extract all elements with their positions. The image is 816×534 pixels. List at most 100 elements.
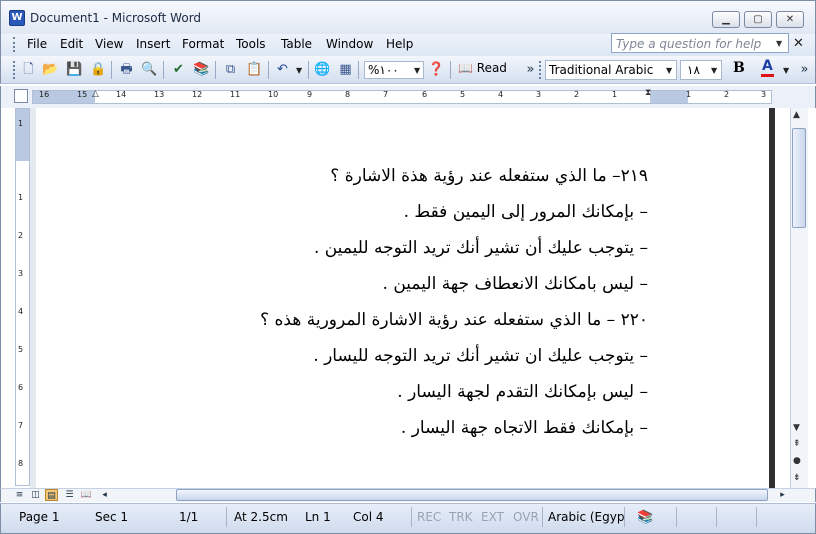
zoom-dropdown-icon[interactable]: ▼	[414, 66, 420, 75]
page-shadow	[769, 108, 775, 488]
menu-tools[interactable]: Tools	[236, 37, 266, 51]
paste-icon[interactable]: 📋	[246, 61, 263, 78]
vruler-mark: 7	[18, 421, 24, 430]
document-line[interactable]: – ليس بامكانك الانعطاف جهة اليمين .	[383, 274, 648, 294]
select-browse-object-icon[interactable]: ●	[793, 456, 801, 466]
help-dropdown-icon[interactable]: ▼	[776, 39, 782, 48]
document-line[interactable]: ٢٢٠ – ما الذي ستفعله عند رؤية الاشارة ال…	[260, 310, 648, 330]
vertical-scroll-thumb[interactable]	[792, 128, 806, 228]
status-ext[interactable]: EXT	[481, 510, 504, 524]
menu-grip-icon[interactable]	[13, 37, 16, 52]
page-margin-gap	[30, 108, 36, 488]
document-line[interactable]: – ليس بإمكانك التقدم لجهة اليسار .	[397, 382, 648, 402]
maximize-button[interactable]: ▢	[744, 11, 772, 28]
toolbar-separator	[308, 61, 309, 79]
status-column: Col 4	[353, 510, 384, 524]
minimize-button[interactable]: ▁	[712, 11, 740, 28]
scroll-down-icon[interactable]: ▼	[793, 423, 800, 433]
status-trk[interactable]: TRK	[449, 510, 473, 524]
status-ovr[interactable]: OVR	[513, 510, 539, 524]
status-separator	[226, 507, 227, 527]
hyperlink-icon[interactable]: 🌐	[314, 61, 331, 78]
ruler-mark: 13	[154, 90, 165, 99]
menu-table[interactable]: Table	[281, 37, 312, 51]
research-icon[interactable]: 📚	[193, 61, 210, 78]
toolbar-separator	[111, 61, 112, 79]
document-line[interactable]: – يتوجب عليك أن تشير أنك تريد التوجه للي…	[314, 238, 648, 258]
vertical-ruler[interactable]: 1 1 2 3 4 5 6 7 8	[15, 108, 30, 486]
formatting-grip-icon[interactable]	[539, 61, 542, 79]
menu-insert[interactable]: Insert	[136, 37, 170, 51]
open-icon[interactable]: 📂	[42, 61, 59, 78]
scroll-up-icon[interactable]: ▲	[793, 110, 800, 120]
formatting-options-icon[interactable]: »	[796, 61, 813, 78]
status-page-count: 1/1	[179, 510, 199, 524]
scroll-right-icon[interactable]: ▸	[776, 489, 789, 501]
vruler-top-margin	[16, 109, 29, 161]
toolbar-grip-icon[interactable]	[13, 61, 16, 79]
new-document-icon[interactable]: 🗋	[20, 61, 37, 78]
ruler-mark: 5	[460, 90, 466, 99]
toolbar-options-icon[interactable]: »	[522, 61, 539, 78]
save-icon[interactable]: 💾	[66, 61, 83, 78]
close-window-button[interactable]: ✕	[776, 11, 804, 28]
read-button[interactable]: 📖 Read	[458, 61, 507, 75]
menu-view[interactable]: View	[95, 37, 123, 51]
status-separator	[411, 507, 412, 527]
status-separator	[542, 507, 543, 527]
permission-icon[interactable]: 🔒	[90, 61, 107, 78]
scroll-left-icon[interactable]: ◂	[98, 489, 111, 501]
normal-view-icon[interactable]: ≡	[13, 489, 26, 501]
menu-window[interactable]: Window	[326, 37, 373, 51]
status-position: At 2.5cm	[234, 510, 288, 524]
close-document-icon[interactable]: ✕	[793, 36, 804, 51]
menu-help[interactable]: Help	[386, 37, 413, 51]
previous-page-icon[interactable]: ⇞	[793, 439, 801, 449]
vruler-mark: 2	[18, 231, 24, 240]
horizontal-scroll-thumb[interactable]	[176, 489, 768, 501]
menu-edit[interactable]: Edit	[60, 37, 83, 51]
font-size-dropdown-icon[interactable]: ▼	[711, 66, 717, 75]
menu-file[interactable]: File	[27, 37, 47, 51]
outline-view-icon[interactable]: ☰	[63, 489, 76, 501]
reading-layout-icon[interactable]: 📖	[80, 489, 93, 501]
bold-button[interactable]: B	[733, 60, 745, 76]
right-indent-marker-icon[interactable]: ⧗	[645, 88, 651, 98]
toolbar-separator	[268, 61, 269, 79]
font-color-dropdown-icon[interactable]: ▼	[783, 66, 789, 75]
status-rec[interactable]: REC	[417, 510, 441, 524]
document-area[interactable]	[0, 108, 790, 488]
word-app-icon[interactable]: W	[9, 10, 25, 26]
web-layout-icon[interactable]: ◫	[29, 489, 42, 501]
undo-dropdown-icon[interactable]: ▼	[296, 66, 302, 75]
spelling-icon[interactable]: ✔	[170, 61, 187, 78]
toolbar-separator	[163, 61, 164, 79]
font-color-button[interactable]: A	[761, 58, 774, 77]
document-line[interactable]: – بإمكانك فقط الاتجاه جهة اليسار .	[401, 418, 648, 438]
insert-table-icon[interactable]: ▦	[337, 61, 354, 78]
help-icon[interactable]: ❓	[428, 61, 445, 78]
toolbar-separator	[215, 61, 216, 79]
tab-selector[interactable]	[14, 89, 28, 103]
indent-marker-icon[interactable]: △	[92, 89, 99, 99]
help-search-input[interactable]: Type a question for help	[611, 33, 789, 53]
print-preview-icon[interactable]: 🔍	[141, 61, 158, 78]
read-label: Read	[476, 61, 507, 75]
font-dropdown-icon[interactable]: ▼	[666, 66, 672, 75]
document-line[interactable]: – بإمكانك المرور إلى اليمين فقط .	[404, 202, 648, 222]
ruler-mark: 2	[574, 90, 580, 99]
status-separator	[716, 507, 717, 527]
ruler-mark: 14	[116, 90, 127, 99]
document-line[interactable]: ٢١٩– ما الذي ستفعله عند رؤية هذة الاشارة…	[330, 166, 648, 186]
next-page-icon[interactable]: ⇟	[793, 473, 801, 483]
menu-format[interactable]: Format	[182, 37, 224, 51]
horizontal-ruler[interactable]: 16 15 14 13 12 11 10 9 8 7 6 5 4 3 2 1 1…	[32, 90, 772, 104]
spelling-status-icon[interactable]: 📚	[637, 510, 653, 525]
print-layout-icon[interactable]: ▤	[45, 489, 58, 501]
copy-icon[interactable]: ⧉	[222, 61, 239, 78]
document-line[interactable]: – يتوجب عليك ان تشير أنك تريد التوجه للي…	[313, 346, 648, 366]
undo-icon[interactable]: ↶	[274, 61, 291, 78]
font-name-select[interactable]: Traditional Arabic	[545, 60, 677, 80]
status-language[interactable]: Arabic (Egyp	[548, 510, 624, 524]
print-icon[interactable]: 🖶	[118, 61, 135, 78]
